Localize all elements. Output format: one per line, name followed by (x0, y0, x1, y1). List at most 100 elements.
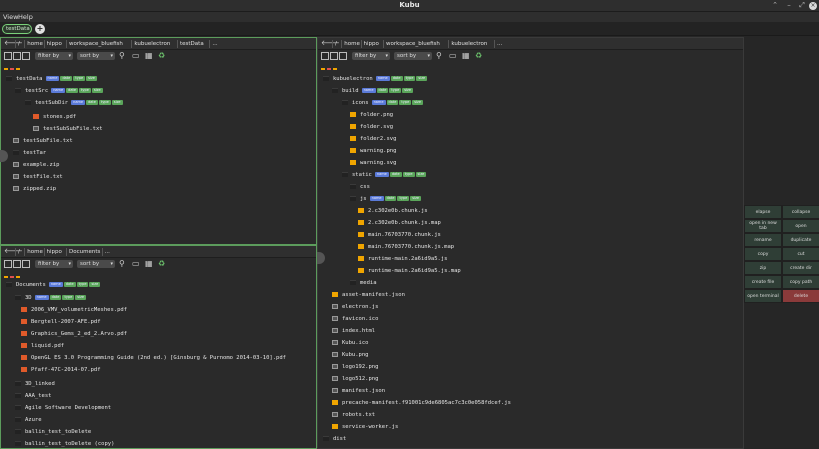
grid-view-icon[interactable] (4, 260, 12, 268)
menu-view[interactable]: View (3, 13, 18, 21)
list-item[interactable]: 2.c302e0b.chunk.js (358, 206, 428, 217)
action-duplicate-button[interactable]: duplicate (782, 233, 819, 247)
terminal-icon[interactable]: ▭ (132, 51, 140, 61)
list-item[interactable]: main.76703770.chunk.js (358, 230, 441, 241)
refresh-icon[interactable]: ♻ (475, 51, 482, 61)
list-item[interactable]: zipped.zip (13, 184, 56, 195)
sort-tag-name[interactable]: name (374, 172, 389, 177)
sort-tag-date[interactable]: date (60, 76, 73, 81)
search-icon[interactable]: ⚲ (436, 51, 442, 61)
menu-help[interactable]: Help (18, 13, 33, 21)
list-item[interactable]: warning.svg (350, 158, 396, 169)
action-rename-button[interactable]: rename (744, 233, 782, 247)
close-icon[interactable]: × (809, 2, 817, 10)
list-view-icon[interactable] (13, 52, 21, 60)
list-item[interactable]: logo192.png (332, 362, 378, 373)
list-item[interactable]: Agile Software Development (15, 403, 111, 414)
breadcrumb-item[interactable]: / (15, 248, 22, 256)
action-open-terminal-button[interactable]: open terminal (744, 289, 782, 303)
breadcrumb-item[interactable]: hippo (43, 40, 64, 48)
list-item[interactable]: media (350, 278, 377, 289)
action-elapse-button[interactable]: elapse (744, 205, 782, 219)
sort-tag-name[interactable]: name (34, 295, 49, 300)
list-item[interactable]: runtime-main.2a6id9a5.js (358, 254, 447, 265)
list-item[interactable]: index.html (332, 326, 375, 337)
sort-tag-type[interactable]: type (79, 88, 91, 93)
list-item[interactable]: warning.png (350, 146, 396, 157)
list-item[interactable]: folder.png (350, 110, 393, 121)
list-item[interactable]: service-worker.js (332, 422, 398, 433)
list-item[interactable]: dist (323, 434, 346, 445)
list-item[interactable]: testSubDir name date type size (25, 98, 124, 109)
sort-tag-date[interactable]: date (390, 76, 403, 81)
list-item[interactable]: Documents name date type size (6, 280, 101, 291)
tab-testdata[interactable]: testData (2, 24, 32, 34)
list-item[interactable]: folder2.svg (350, 134, 396, 145)
image-view-icon[interactable]: ▦ (145, 51, 153, 61)
image-view-icon[interactable]: ▦ (145, 259, 153, 269)
list-item[interactable]: runtime-main.2a6id9a5.js.map (358, 266, 461, 277)
sort-tag-size[interactable]: size (89, 282, 101, 287)
list-item[interactable]: example.zip (13, 160, 59, 171)
list-item[interactable]: Bergtell-2007-AFE.pdf (21, 317, 101, 328)
list-item[interactable]: manifest.json (332, 386, 385, 397)
filter-dropdown[interactable]: filter by ▾ (35, 260, 73, 268)
list-item[interactable]: kubuelectron name date type size (323, 74, 428, 85)
sort-tag-type[interactable]: type (76, 282, 89, 287)
sort-dropdown[interactable]: sort by ▾ (77, 260, 115, 268)
breadcrumb-item[interactable]: home (341, 40, 362, 48)
list-item[interactable]: ballin_test_toDelete (copy) (15, 439, 114, 448)
refresh-icon[interactable]: ♻ (158, 51, 165, 61)
minimize-icon[interactable]: – (784, 1, 794, 9)
list-item[interactable]: precache-manifest.f91001c9de6805ac7c3c0e… (332, 398, 511, 409)
breadcrumb-item[interactable]: home (24, 248, 45, 256)
breadcrumb-item[interactable]: kubuelectron (131, 40, 172, 48)
search-icon[interactable]: ⚲ (119, 259, 125, 269)
list-item[interactable]: testTar (13, 148, 46, 159)
sort-dropdown[interactable]: sort by ▾ (77, 52, 115, 60)
sort-tag-type[interactable]: type (98, 100, 111, 105)
sort-tag-name[interactable]: name (45, 76, 60, 81)
list-item[interactable]: electron.js (332, 302, 378, 313)
list-item[interactable]: 2.c302e0b.chunk.js.map (358, 218, 441, 229)
list-item[interactable]: logo512.png (332, 374, 378, 385)
sort-tag-name[interactable]: name (48, 282, 63, 287)
action-delete-button[interactable]: delete (782, 289, 819, 303)
list-item[interactable]: 2006_VMV_volumetricMeshes.pdf (21, 305, 127, 316)
list-item[interactable]: main.76703770.chunk.js.map (358, 242, 454, 253)
breadcrumb-item[interactable]: home (24, 40, 45, 48)
keep-above-icon[interactable]: ⌃ (770, 1, 780, 9)
sort-tag-type[interactable]: type (403, 76, 416, 81)
list-item[interactable]: testSubFile.txt (13, 136, 73, 147)
sort-tag-name[interactable]: name (71, 100, 86, 105)
breadcrumb-item[interactable]: workspace_bluefish (66, 40, 125, 48)
list-item[interactable]: css (350, 182, 370, 193)
list-item[interactable]: AAA_test (15, 391, 52, 402)
list-item[interactable]: Kubu.ico (332, 338, 369, 349)
sort-tag-type[interactable]: type (402, 172, 415, 177)
sort-tag-name[interactable]: name (375, 76, 390, 81)
terminal-icon[interactable]: ▭ (132, 259, 140, 269)
list-item[interactable]: Kubu.png (332, 350, 369, 361)
breadcrumb-item[interactable]: testData (177, 40, 206, 48)
detail-view-icon[interactable] (339, 52, 347, 60)
sort-tag-name[interactable]: name (369, 196, 384, 201)
list-item[interactable]: asset-manifest.json (332, 290, 405, 301)
breadcrumb-item[interactable]: / (15, 40, 22, 48)
breadcrumb-item[interactable]: Documents (66, 248, 102, 256)
list-view-icon[interactable] (330, 52, 338, 60)
list-item[interactable]: icons name date type size (342, 98, 424, 109)
list-item[interactable]: OpenGL ES 3.0 Programming Guide (2nd ed.… (21, 353, 286, 364)
sort-tag-name[interactable]: name (361, 88, 376, 93)
sort-tag-size[interactable]: size (111, 100, 123, 105)
add-tab-button[interactable]: + (35, 24, 45, 34)
sort-tag-date[interactable]: date (86, 100, 98, 105)
sort-tag-type[interactable]: type (73, 76, 86, 81)
detail-view-icon[interactable] (22, 52, 30, 60)
list-view-icon[interactable] (13, 260, 21, 268)
action-copy-button[interactable]: copy (744, 247, 782, 261)
detail-view-icon[interactable] (22, 260, 30, 268)
breadcrumb-item[interactable]: kubuelectron (448, 40, 489, 48)
sort-dropdown[interactable]: sort by ▾ (394, 52, 432, 60)
breadcrumb-item[interactable]: ... (101, 248, 112, 256)
